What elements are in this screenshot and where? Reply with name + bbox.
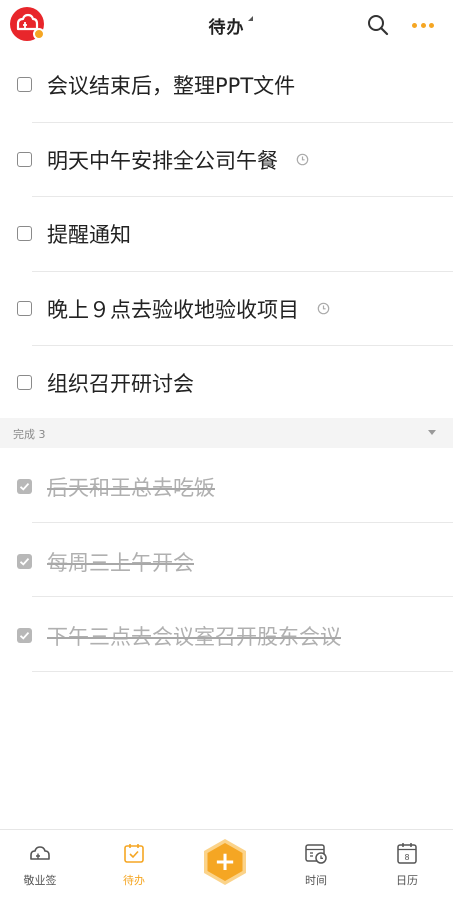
tab-todo[interactable]: 待办	[94, 830, 174, 903]
done-text[interactable]: 每周三上午开会	[47, 547, 194, 577]
check-icon	[19, 482, 30, 491]
todo-text[interactable]: 晚上９点去验收地验收项目	[47, 298, 299, 322]
todo-text[interactable]: 提醒通知	[47, 219, 131, 249]
search-button[interactable]	[366, 13, 390, 37]
search-icon	[368, 15, 389, 36]
done-list: 后天和王总去吃饭 每周三上午开会 下午三点去会议室召开股东会议	[0, 448, 453, 672]
more-dots-icon	[429, 22, 434, 28]
todo-item[interactable]: 提醒通知	[0, 197, 453, 272]
add-todo-button[interactable]: +	[201, 838, 249, 886]
todo-item[interactable]: 会议结束后，整理PPT文件	[0, 48, 453, 123]
done-item[interactable]: 后天和王总去吃饭	[0, 448, 453, 523]
more-dots-icon	[412, 22, 417, 28]
more-dots-icon	[420, 22, 426, 28]
reminder-clock-icon	[296, 153, 309, 166]
more-button[interactable]	[410, 13, 436, 37]
calendar-check-icon	[124, 844, 144, 863]
todo-item[interactable]: 晚上９点去验收地验收项目	[0, 272, 453, 346]
todo-item[interactable]: 明天中午安排全公司午餐	[0, 123, 453, 197]
tab-time[interactable]: 时间	[276, 830, 356, 903]
todo-checkbox[interactable]	[17, 77, 32, 92]
calendar-clock-icon	[305, 844, 327, 864]
done-text[interactable]: 下午三点去会议室召开股东会议	[47, 621, 341, 651]
page-title[interactable]: 待办	[209, 18, 245, 38]
dropdown-caret-icon[interactable]	[248, 16, 253, 21]
calendar-day-icon: 8	[397, 843, 417, 864]
done-item[interactable]: 每周三上午开会	[0, 523, 453, 597]
todo-text-wrap[interactable]: 明天中午安排全公司午餐	[47, 145, 309, 175]
done-checkbox[interactable]	[17, 479, 32, 494]
done-section-header[interactable]: 完成 3	[0, 418, 453, 448]
check-icon	[19, 631, 30, 640]
todo-item[interactable]: 组织召开研讨会	[0, 346, 453, 421]
todo-list: 会议结束后，整理PPT文件 明天中午安排全公司午餐 提醒通知 晚上９点去验收地验…	[0, 48, 453, 421]
todo-checkbox[interactable]	[17, 151, 32, 167]
plus-icon: +	[214, 847, 236, 877]
header-bar: 待办	[0, 0, 453, 50]
done-text[interactable]: 后天和王总去吃饭	[47, 472, 215, 502]
todo-checkbox[interactable]	[17, 300, 32, 316]
cloud-icon	[30, 846, 50, 860]
reminder-clock-icon	[317, 302, 330, 315]
bottom-tab-bar: 敬业签 待办 + 时间 8 日历	[0, 829, 453, 903]
tab-label: 时间	[305, 874, 327, 887]
divider	[32, 670, 453, 672]
done-count-label: 完成 3	[13, 428, 46, 441]
todo-checkbox[interactable]	[17, 375, 32, 390]
collapse-arrow-icon[interactable]	[428, 430, 436, 435]
calendar-day-number: 8	[404, 853, 409, 862]
done-checkbox[interactable]	[17, 628, 32, 643]
todo-text-wrap[interactable]: 晚上９点去验收地验收项目	[47, 294, 330, 324]
tab-label: 敬业签	[23, 874, 57, 887]
todo-text[interactable]: 组织召开研讨会	[47, 368, 194, 398]
done-checkbox[interactable]	[17, 553, 32, 569]
check-icon	[19, 557, 30, 566]
todo-text[interactable]: 会议结束后，整理PPT文件	[47, 70, 295, 100]
todo-text[interactable]: 明天中午安排全公司午餐	[47, 149, 278, 173]
tab-jingyeqian[interactable]: 敬业签	[0, 830, 80, 903]
done-item[interactable]: 下午三点去会议室召开股东会议	[0, 597, 453, 672]
tab-label: 待办	[123, 874, 145, 887]
tab-label: 日历	[396, 874, 418, 887]
todo-checkbox[interactable]	[17, 226, 32, 241]
tab-calendar[interactable]: 8 日历	[367, 830, 447, 903]
